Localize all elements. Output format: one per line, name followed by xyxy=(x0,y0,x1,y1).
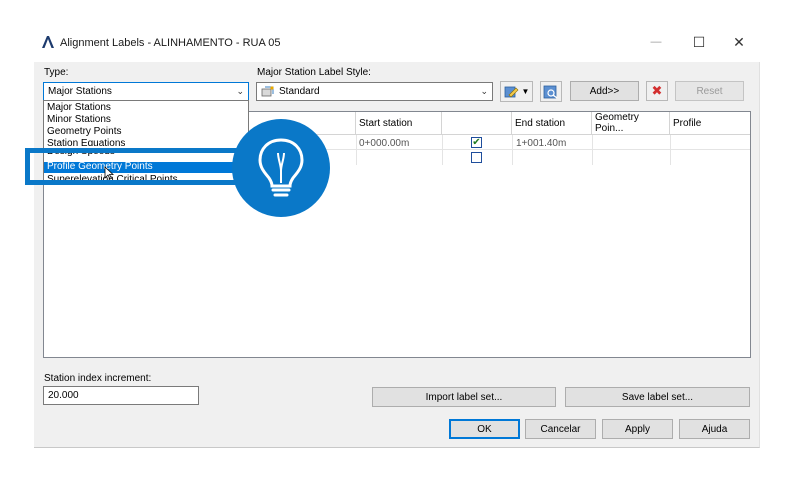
chevron-down-icon: ▼ xyxy=(521,87,530,96)
close-icon: ✕ xyxy=(733,33,745,50)
dropdown-option-major-stations[interactable]: Major Stations xyxy=(47,102,111,113)
delete-button[interactable]: ✖ xyxy=(646,81,668,101)
row-checkbox[interactable]: ✔ xyxy=(471,137,482,148)
style-combobox[interactable]: Standard ⌄ xyxy=(256,82,493,101)
maximize-button[interactable]: ☐ xyxy=(684,30,714,54)
type-combobox[interactable]: Major Stations ⌄ xyxy=(43,82,249,101)
grid-header-end-station[interactable]: End station xyxy=(512,112,592,134)
grid-header-geometry-points[interactable]: Geometry Poin... xyxy=(592,112,670,134)
window-title: Alignment Labels - ALINHAMENTO - RUA 05 xyxy=(60,37,281,49)
style-edit-menu-button[interactable]: ▼ xyxy=(500,81,533,102)
apply-button[interactable]: Apply xyxy=(602,419,673,439)
style-label: Major Station Label Style: xyxy=(257,67,371,78)
highlight-frame xyxy=(25,148,252,185)
type-combobox-value: Major Stations xyxy=(48,86,112,97)
grid-col-divider xyxy=(592,135,593,165)
grid-header-profile[interactable]: Profile xyxy=(670,112,750,134)
station-index-input[interactable]: 20.000 xyxy=(43,386,199,405)
delete-x-icon: ✖ xyxy=(651,83,663,98)
add-button[interactable]: Add>> xyxy=(570,81,639,101)
grid-col-divider xyxy=(356,135,357,165)
grid-col-divider xyxy=(442,135,443,165)
row-end-station: 1+001.40m xyxy=(516,138,567,149)
style-combobox-value: Standard xyxy=(279,86,320,97)
minimize-button[interactable]: — xyxy=(641,30,671,54)
label-style-icon xyxy=(261,86,274,97)
chevron-down-icon: ⌄ xyxy=(236,86,244,96)
close-button[interactable]: ✕ xyxy=(724,30,754,54)
help-button[interactable]: Ajuda xyxy=(679,419,750,439)
dropdown-option-station-equations[interactable]: Station Equations xyxy=(47,138,125,146)
edit-style-icon xyxy=(504,86,518,97)
maximize-icon: ☐ xyxy=(692,33,706,50)
reset-button[interactable]: Reset xyxy=(675,81,744,101)
grid-header-start-station[interactable]: Start station xyxy=(356,112,442,134)
grid-col-divider xyxy=(512,135,513,165)
lightbulb-icon xyxy=(258,138,304,197)
cancel-button[interactable]: Cancelar xyxy=(525,419,596,439)
station-index-label: Station index increment: xyxy=(44,373,152,384)
type-label: Type: xyxy=(44,67,69,78)
pick-style-button[interactable] xyxy=(540,81,562,102)
new-row-checkbox[interactable] xyxy=(471,152,482,163)
minimize-icon: — xyxy=(650,36,662,48)
civil3d-app-icon xyxy=(42,36,54,48)
grid-col-divider xyxy=(670,135,671,165)
chevron-down-icon: ⌄ xyxy=(480,86,488,96)
pick-from-drawing-icon xyxy=(543,85,558,99)
checkmark-icon: ✔ xyxy=(472,136,481,148)
grid-header-weeding[interactable] xyxy=(442,112,512,134)
ok-button[interactable]: OK xyxy=(449,419,520,439)
tip-badge xyxy=(232,119,330,217)
row-start-station: 0+000.00m xyxy=(359,138,410,149)
dropdown-option-minor-stations[interactable]: Minor Stations xyxy=(47,114,111,125)
dropdown-option-geometry-points[interactable]: Geometry Points xyxy=(47,126,121,137)
import-label-set-button[interactable]: Import label set... xyxy=(372,387,556,407)
save-label-set-button[interactable]: Save label set... xyxy=(565,387,750,407)
